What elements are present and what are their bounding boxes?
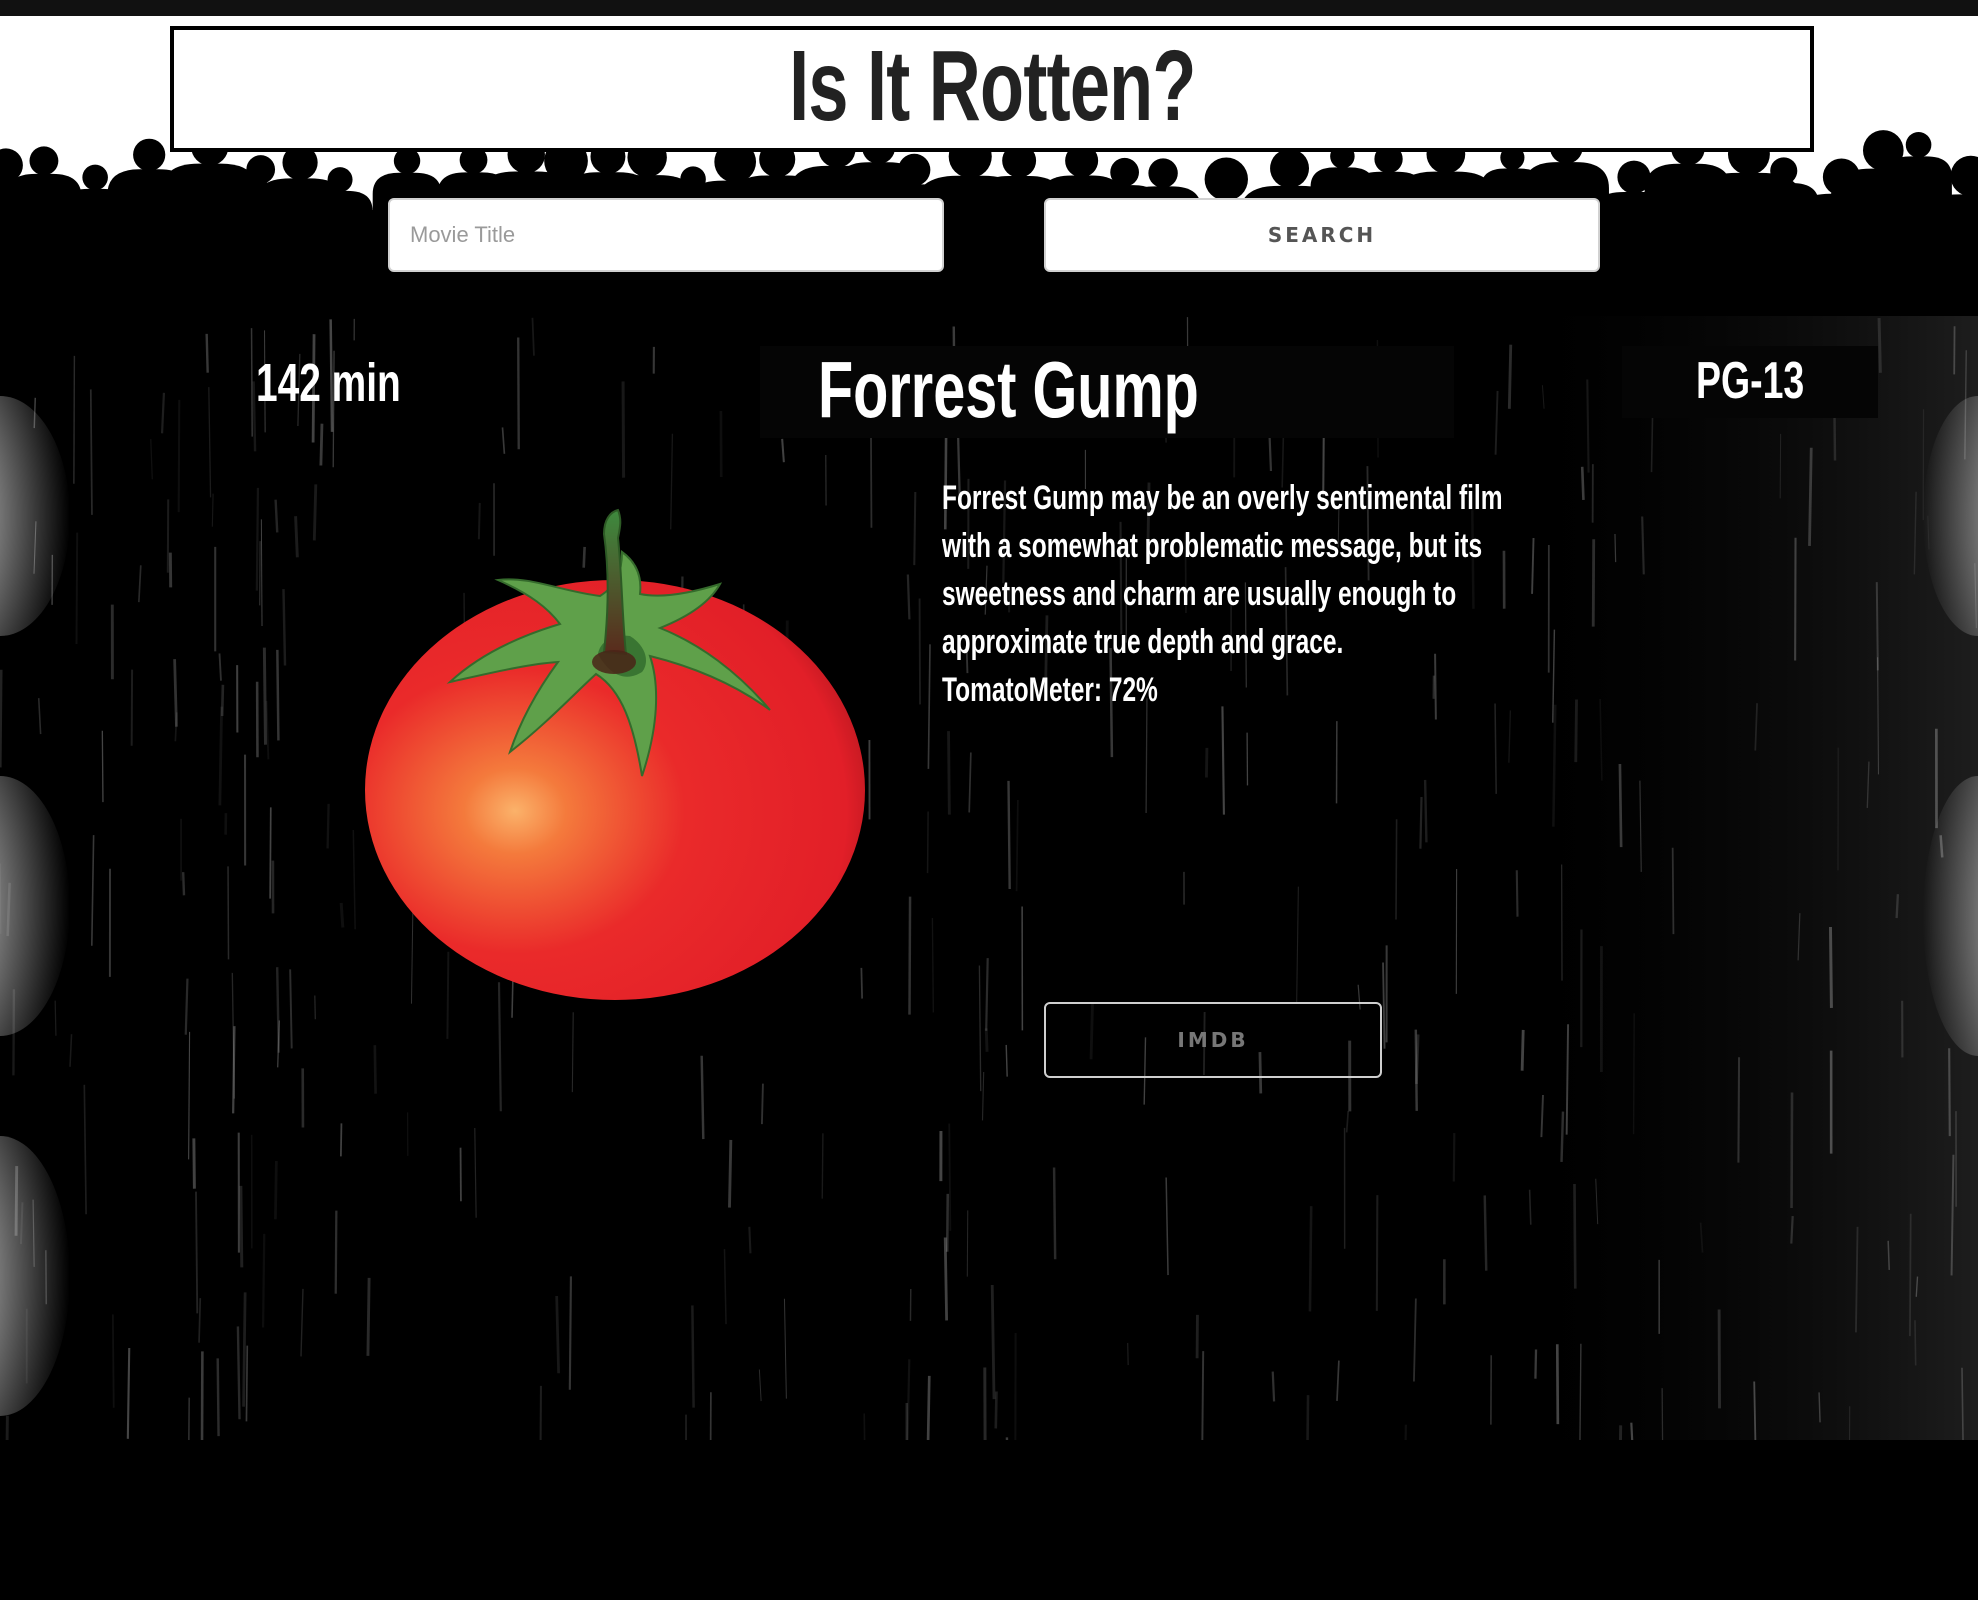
review-line: sweetness and charm are usually enough t… <box>942 575 1457 613</box>
fresh-tomato-icon <box>365 508 865 1000</box>
site-title-box: Is It Rotten? <box>170 26 1814 152</box>
tomatometer-score: TomatoMeter: 72% <box>942 671 1158 709</box>
review-line: approximate true depth and grace. <box>942 623 1344 661</box>
review-line: Forrest Gump may be an overly sentimenta… <box>942 479 1503 517</box>
page: Is It Rotten? Search <box>0 0 1978 1600</box>
footer-background <box>0 1440 1978 1600</box>
mpaa-rating: PG-13 <box>1695 352 1805 410</box>
movie-title-search-input[interactable] <box>388 198 944 272</box>
imdb-button[interactable]: IMDB <box>1044 1002 1382 1078</box>
search-button[interactable]: Search <box>1044 198 1600 272</box>
review-line: with a somewhat problematic message, but… <box>942 527 1483 565</box>
movie-runtime: 142 min <box>256 353 401 413</box>
crowd-silhouette <box>0 130 1978 316</box>
rating-badge: PG-13 <box>1622 346 1878 418</box>
top-strip <box>0 0 1978 16</box>
movie-title: Forrest Gump <box>818 345 1199 434</box>
critics-consensus: Forrest Gump may be an overly sentimenta… <box>942 474 1502 714</box>
site-title: Is It Rotten? <box>788 29 1196 142</box>
